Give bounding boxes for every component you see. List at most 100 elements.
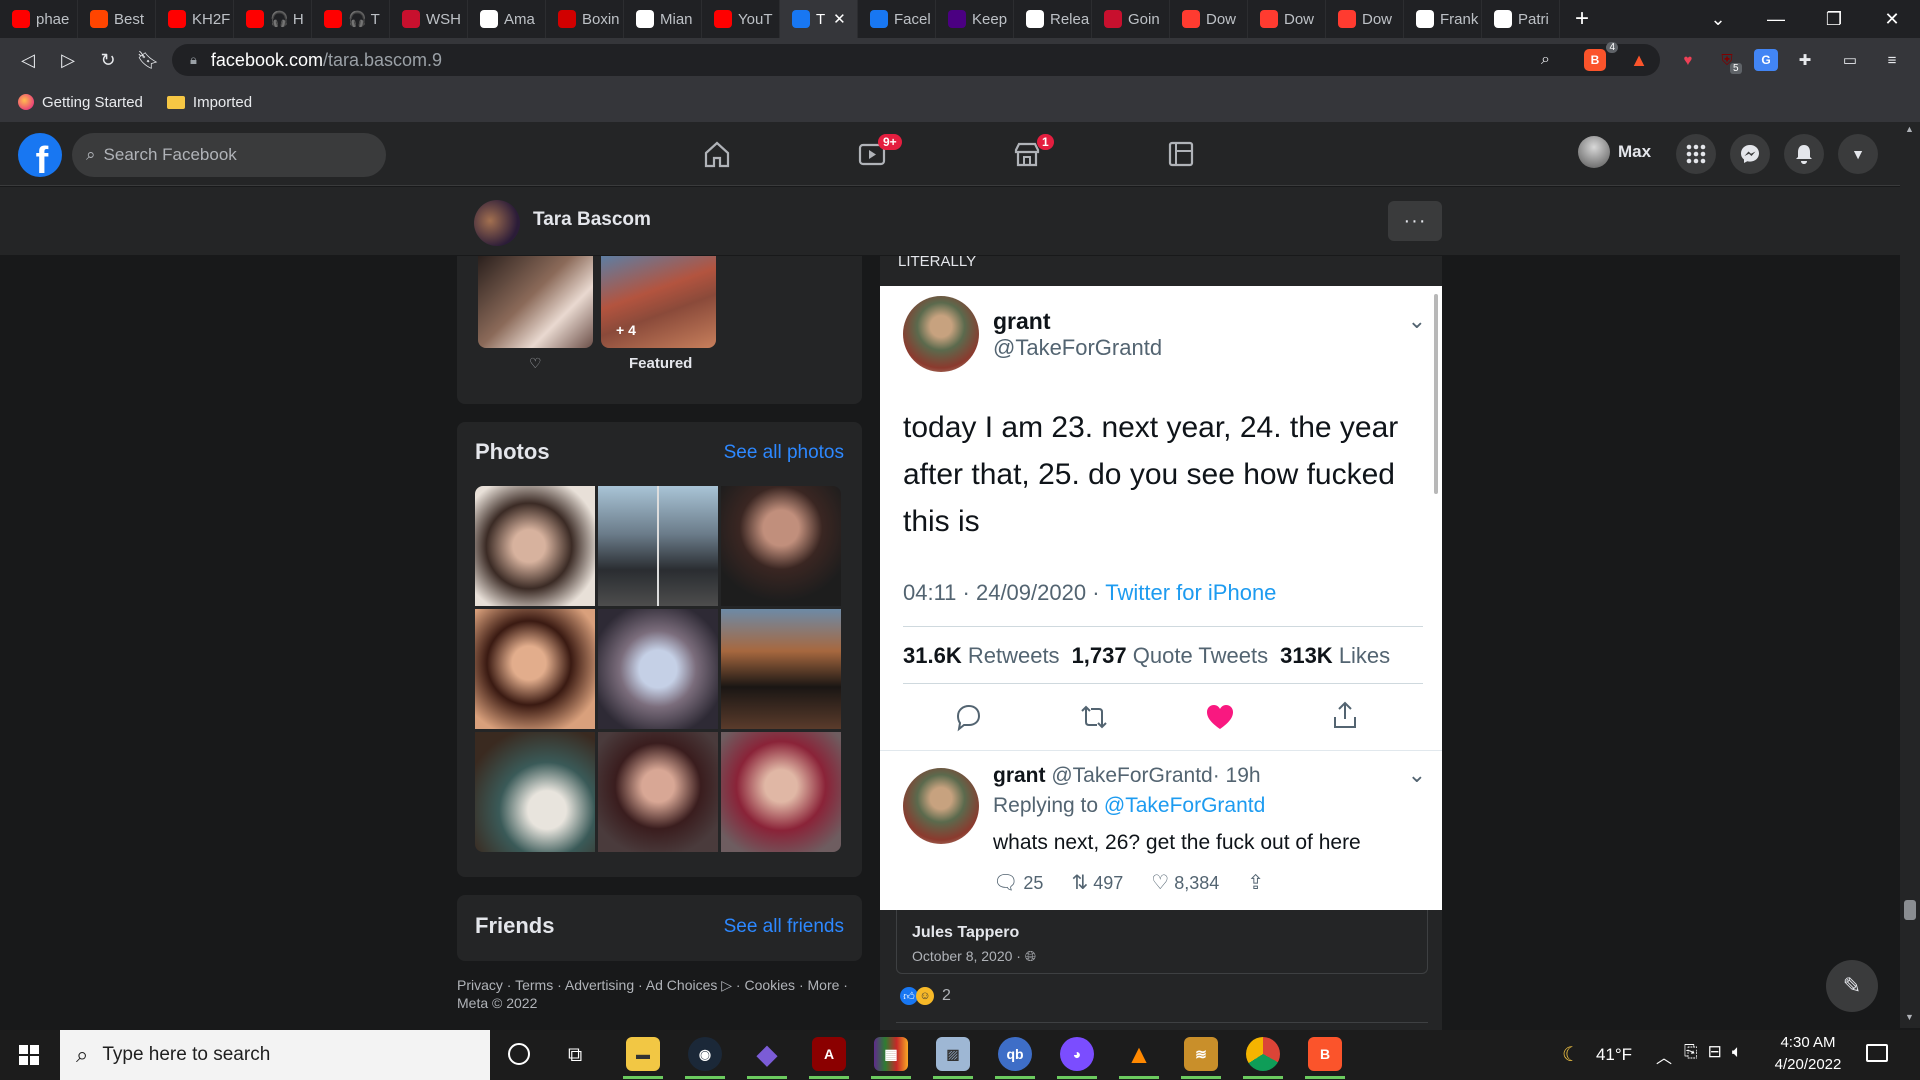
brave-shields-icon[interactable]: B xyxy=(1584,49,1606,71)
extensions-icon[interactable]: ✚ xyxy=(1793,49,1817,71)
comment-author[interactable]: Jules Tappero xyxy=(912,924,1019,942)
bookmark-imported[interactable]: Imported xyxy=(166,94,252,111)
clock[interactable]: 4:30 AM 4/20/2022 xyxy=(1760,1032,1856,1076)
featured-photo[interactable] xyxy=(478,256,593,348)
browser-tab[interactable]: Facel xyxy=(858,0,936,38)
see-all-photos-link[interactable]: See all photos xyxy=(724,442,844,464)
file-explorer-icon[interactable]: ▬ xyxy=(626,1037,660,1071)
browser-tab[interactable]: Dow xyxy=(1326,0,1404,38)
cortana-icon[interactable] xyxy=(508,1043,530,1065)
profile-more-button[interactable]: ··· xyxy=(1388,201,1442,241)
browser-tab[interactable]: Boxin xyxy=(546,0,624,38)
browser-tab[interactable]: 🎧 T xyxy=(312,0,390,38)
new-tab-button[interactable]: + xyxy=(1560,0,1604,38)
footer-links[interactable]: Privacy · Terms · Advertising · Ad Choic… xyxy=(457,976,867,1012)
marketplace-icon[interactable]: 1 xyxy=(1007,134,1054,174)
browser-tab[interactable]: Dow xyxy=(1170,0,1248,38)
reaction-count: 2 xyxy=(942,987,951,1004)
restore-button[interactable]: ❐ xyxy=(1806,0,1862,38)
photo-thumbnail[interactable] xyxy=(475,732,595,852)
acrobat-icon[interactable]: A xyxy=(812,1037,846,1071)
reply-retweet-count: 497 xyxy=(1093,873,1124,893)
account-button[interactable]: ▼ xyxy=(1838,134,1878,174)
qbittorrent-icon[interactable]: qb xyxy=(998,1037,1032,1071)
browser-tab[interactable]: Relea xyxy=(1014,0,1092,38)
close-window-button[interactable]: ✕ xyxy=(1864,0,1920,38)
watch-icon[interactable]: 9+ xyxy=(852,134,902,174)
start-button[interactable] xyxy=(0,1030,58,1080)
browser-tab[interactable]: KH2F xyxy=(156,0,234,38)
taskbar-search-box[interactable]: ⌕ Type here to search xyxy=(60,1030,490,1080)
notification-center-icon[interactable] xyxy=(1866,1044,1888,1062)
photos-icon[interactable]: ▨ xyxy=(936,1037,970,1071)
minimize-button[interactable]: — xyxy=(1748,0,1804,38)
browser-tab[interactable]: Dow xyxy=(1248,0,1326,38)
photo-thumbnail[interactable] xyxy=(721,609,841,729)
steam-icon[interactable]: ◉ xyxy=(688,1037,722,1071)
browser-tab[interactable]: YouT xyxy=(702,0,780,38)
stacks-icon[interactable]: ≋ xyxy=(1184,1037,1218,1071)
discord-icon[interactable]: ◕ xyxy=(1060,1037,1094,1071)
new-message-button[interactable]: ✎ xyxy=(1826,960,1878,1012)
photo-thumbnail[interactable] xyxy=(598,486,718,606)
winrar-icon[interactable]: ▦ xyxy=(874,1037,908,1071)
zoom-icon[interactable]: ⌕ xyxy=(1541,51,1550,69)
browser-tab[interactable]: T ✕ xyxy=(780,0,858,38)
profile-name[interactable]: Tara Bascom xyxy=(533,209,651,231)
browser-tab[interactable]: Best xyxy=(78,0,156,38)
reload-button[interactable]: ↻ xyxy=(88,40,128,80)
photo-thumbnail[interactable] xyxy=(475,486,595,606)
browser-tab[interactable]: WSH xyxy=(390,0,468,38)
chrome-icon[interactable] xyxy=(1246,1037,1280,1071)
scroll-down-icon[interactable]: ▼ xyxy=(1905,1012,1914,1022)
browser-tab[interactable]: 🎧 H xyxy=(234,0,312,38)
back-button[interactable]: ◁ xyxy=(8,40,48,80)
pocket-icon[interactable]: ♥ xyxy=(1676,49,1700,71)
scroll-up-icon[interactable]: ▲ xyxy=(1905,124,1914,134)
browser-tab[interactable]: phae xyxy=(0,0,78,38)
browser-tab[interactable]: Goin xyxy=(1092,0,1170,38)
bookmark-button[interactable]: 🔖︎ xyxy=(128,40,168,80)
photo-thumbnail[interactable] xyxy=(475,609,595,729)
facebook-logo-icon[interactable]: f xyxy=(18,133,62,177)
bookmark-getting-started[interactable]: Getting Started xyxy=(18,94,143,111)
brave-rewards-icon[interactable]: ▲ xyxy=(1630,50,1648,71)
browser-tab[interactable]: Ama xyxy=(468,0,546,38)
notifications-button[interactable] xyxy=(1784,134,1824,174)
tab-strip: phae Best KH2F 🎧 H 🎧 T WSH Ama Boxin Mian YouT T ✕ F… xyxy=(0,0,1920,38)
profile-shortcut[interactable]: Max xyxy=(1578,136,1651,168)
browser-tab[interactable]: Patri xyxy=(1482,0,1560,38)
task-view-icon[interactable]: ⧉ xyxy=(568,1044,582,1067)
wallet-icon[interactable]: ▭ xyxy=(1838,49,1862,71)
brave-icon[interactable]: B xyxy=(1308,1037,1342,1071)
forward-button[interactable]: ▷ xyxy=(48,40,88,80)
profile-avatar[interactable] xyxy=(474,200,520,246)
photo-thumbnail[interactable] xyxy=(598,609,718,729)
menu-grid-button[interactable] xyxy=(1676,134,1716,174)
tray-chevron-icon[interactable]: ︿ xyxy=(1656,1044,1672,1068)
reactions-row[interactable]: 👍︎ ☺ 2 xyxy=(900,987,951,1005)
scrollbar-thumb[interactable] xyxy=(1904,900,1916,920)
photo-thumbnail[interactable] xyxy=(598,732,718,852)
tray-icons[interactable]: ⎘ ⊟ 🔈︎ xyxy=(1684,1042,1742,1062)
weather-widget[interactable]: ☾ 41°F xyxy=(1562,1042,1632,1067)
obsidian-icon[interactable]: ◆ xyxy=(750,1037,784,1071)
tab-search-button[interactable]: ⌄ xyxy=(1690,0,1746,38)
gaming-icon[interactable] xyxy=(1161,134,1201,174)
browser-tab[interactable]: Frank xyxy=(1404,0,1482,38)
menu-icon[interactable]: ≡ xyxy=(1880,49,1904,71)
address-bar[interactable]: 🔒︎ facebook.com/tara.bascom.9 ⌕ B 4 ▲ xyxy=(172,42,1660,76)
photo-thumbnail[interactable] xyxy=(721,732,841,852)
translate-icon[interactable]: G xyxy=(1754,49,1778,71)
vlc-icon[interactable]: ▲ xyxy=(1122,1037,1156,1071)
close-tab-icon[interactable]: ✕ xyxy=(833,10,846,28)
browser-tab[interactable]: Mian xyxy=(624,0,702,38)
see-all-friends-link[interactable]: See all friends xyxy=(724,916,844,938)
facebook-search-input[interactable]: ⌕ Search Facebook xyxy=(72,133,386,177)
page-scrollbar[interactable]: ▲ ▼ xyxy=(1900,122,1920,1028)
home-icon[interactable] xyxy=(697,134,737,174)
featured-photo[interactable]: + 4 xyxy=(601,256,716,348)
messenger-button[interactable] xyxy=(1730,134,1770,174)
browser-tab[interactable]: Keep xyxy=(936,0,1014,38)
photo-thumbnail[interactable] xyxy=(721,486,841,606)
